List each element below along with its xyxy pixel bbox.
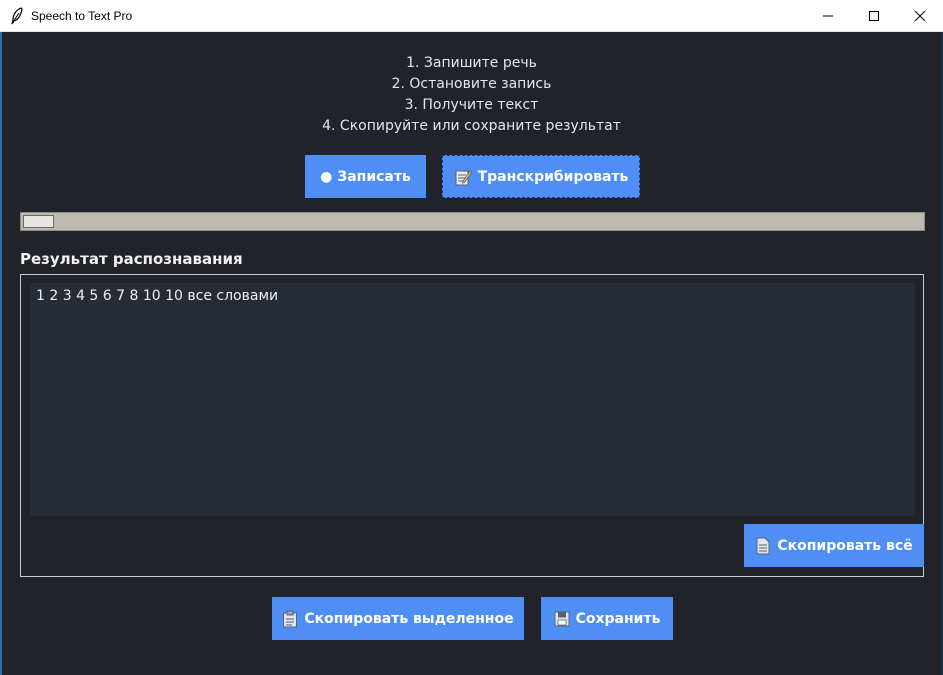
record-button[interactable]: ● Записать bbox=[305, 155, 426, 198]
instruction-step-4: 4. Скопируйте или сохраните результат bbox=[322, 118, 621, 134]
copy-selected-button[interactable]: Скопировать выделенное bbox=[272, 597, 524, 640]
maximize-button[interactable] bbox=[851, 0, 897, 32]
maximize-icon bbox=[869, 11, 879, 21]
feather-icon bbox=[11, 7, 23, 25]
clipboard-icon bbox=[283, 610, 298, 627]
close-icon bbox=[914, 10, 926, 22]
instruction-step-3: 3. Получите текст bbox=[404, 97, 539, 113]
instruction-step-1: 1. Запишите речь bbox=[406, 55, 537, 71]
copy-all-button-label: Скопировать всё bbox=[777, 537, 913, 554]
window-title: Speech to Text Pro bbox=[31, 9, 133, 23]
copy-all-button[interactable]: Скопировать всё bbox=[744, 524, 924, 567]
progress-bar bbox=[20, 212, 925, 231]
progress-bar-fill bbox=[23, 215, 54, 228]
floppy-disk-icon bbox=[554, 611, 570, 626]
transcribe-button[interactable]: Транскрибировать bbox=[442, 155, 640, 198]
save-button-label: Сохранить bbox=[575, 610, 661, 627]
save-button[interactable]: Сохранить bbox=[541, 597, 673, 640]
result-text-area[interactable]: 1 2 3 4 5 6 7 8 10 10 все словами bbox=[30, 283, 915, 516]
minimize-icon bbox=[823, 15, 833, 17]
document-icon bbox=[756, 537, 770, 554]
record-button-label: ● Записать bbox=[320, 168, 411, 185]
instructions: 1. Запишите речь 2. Остановите запись 3.… bbox=[0, 53, 943, 137]
result-label: Результат распознавания bbox=[20, 250, 243, 268]
instruction-step-2: 2. Остановите запись bbox=[391, 76, 552, 92]
memo-icon bbox=[455, 169, 472, 185]
copy-selected-button-label: Скопировать выделенное bbox=[304, 610, 514, 627]
transcribe-button-label: Транскрибировать bbox=[477, 168, 629, 185]
minimize-button[interactable] bbox=[805, 0, 851, 32]
title-bar: Speech to Text Pro bbox=[0, 0, 943, 32]
close-button[interactable] bbox=[897, 0, 943, 32]
